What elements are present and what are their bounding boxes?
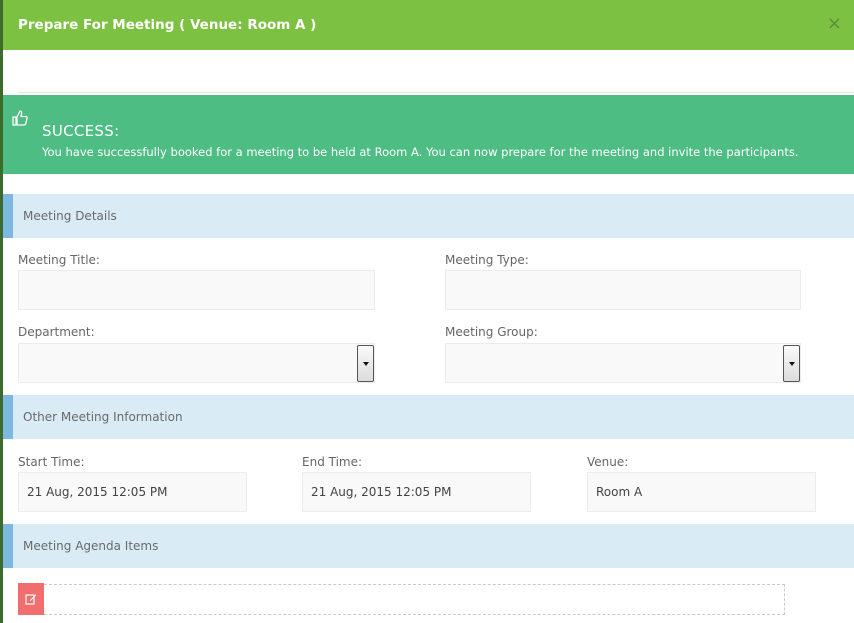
close-button[interactable]: × — [827, 14, 842, 34]
chevron-down-icon[interactable] — [783, 345, 800, 382]
end-time-input[interactable]: 21 Aug, 2015 12:05 PM — [302, 472, 531, 512]
section-agenda-items: Meeting Agenda Items — [3, 524, 854, 568]
venue-label: Venue: — [587, 455, 629, 469]
divider — [18, 92, 854, 93]
success-alert: SUCCESS: You have successfully booked fo… — [3, 95, 854, 174]
meeting-title-label: Meeting Title: — [18, 253, 100, 267]
alert-title: SUCCESS: — [42, 122, 120, 140]
section-label: Other Meeting Information — [23, 410, 183, 424]
venue-input[interactable]: Room A — [587, 472, 816, 512]
meeting-group-label: Meeting Group: — [445, 325, 538, 339]
agenda-item-input[interactable] — [44, 584, 785, 615]
start-time-input[interactable]: 21 Aug, 2015 12:05 PM — [18, 472, 247, 512]
meeting-title-input[interactable] — [18, 270, 375, 310]
department-select[interactable] — [18, 343, 375, 383]
chevron-down-icon[interactable] — [357, 345, 374, 382]
section-label: Meeting Agenda Items — [23, 539, 159, 553]
alert-message: You have successfully booked for a meeti… — [42, 145, 799, 159]
department-label: Department: — [18, 325, 95, 339]
end-time-label: End Time: — [302, 455, 363, 469]
edit-icon — [25, 594, 37, 605]
modal-title: Prepare For Meeting ( Venue: Room A ) — [18, 17, 317, 33]
section-other-info: Other Meeting Information — [3, 395, 854, 439]
meeting-group-select[interactable] — [445, 343, 801, 383]
meeting-type-label: Meeting Type: — [445, 253, 529, 267]
section-label: Meeting Details — [23, 209, 117, 223]
section-meeting-details: Meeting Details — [3, 194, 854, 238]
edit-agenda-button[interactable] — [18, 583, 44, 615]
modal-header: Prepare For Meeting ( Venue: Room A ) × — [3, 0, 854, 50]
meeting-type-input[interactable] — [445, 270, 801, 310]
thumbs-up-icon — [12, 110, 28, 126]
start-time-label: Start Time: — [18, 455, 85, 469]
